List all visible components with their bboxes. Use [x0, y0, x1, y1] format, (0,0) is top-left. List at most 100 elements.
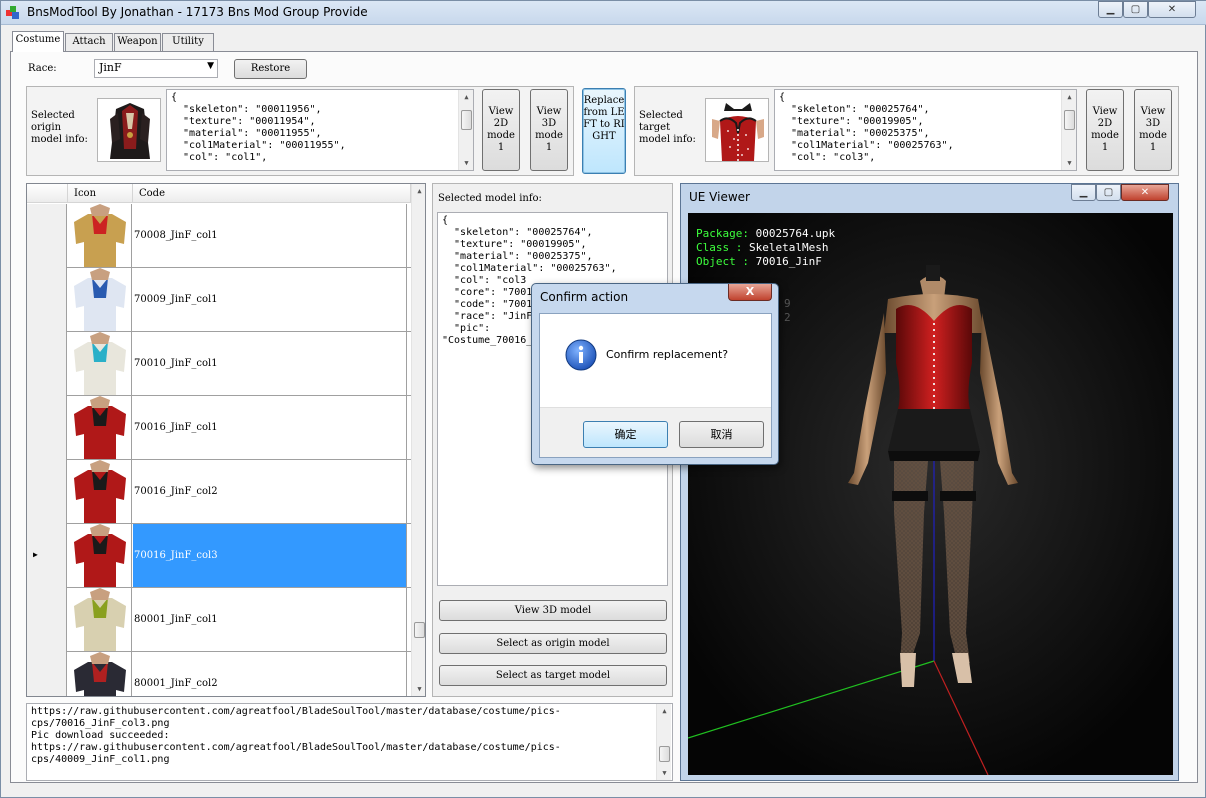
- row-code[interactable]: 70016_JinF_col3: [133, 524, 407, 587]
- dialog-close-button[interactable]: X: [728, 284, 772, 301]
- grid-scrollbar[interactable]: ▲ ▼: [411, 184, 425, 696]
- ue-viewer-title: UE Viewer: [689, 190, 750, 204]
- maximize-button[interactable]: ▢: [1123, 1, 1148, 18]
- row-code[interactable]: 70008_JinF_col1: [133, 204, 407, 267]
- title-bar: BnsModTool By Jonathan - 17173 Bns Mod G…: [1, 1, 1206, 25]
- app-icon: [6, 6, 20, 20]
- log-output[interactable]: https://raw.githubusercontent.com/agreat…: [26, 703, 673, 781]
- costume-thumbnail: [68, 268, 132, 331]
- race-select[interactable]: JinF ▼: [94, 59, 218, 78]
- table-row[interactable]: 70016_JinF_col1: [27, 396, 411, 460]
- scroll-up-icon[interactable]: ▲: [459, 90, 474, 104]
- dialog-body: Confirm replacement? 确定 取消: [539, 313, 772, 458]
- table-row[interactable]: 80001_JinF_col1: [27, 588, 411, 652]
- row-code[interactable]: 80001_JinF_col1: [133, 588, 407, 651]
- costume-thumbnail: [68, 524, 132, 587]
- tab-weapon[interactable]: Weapon: [114, 33, 161, 51]
- row-header[interactable]: [27, 524, 67, 588]
- row-header[interactable]: [27, 204, 67, 268]
- row-header[interactable]: [27, 588, 67, 652]
- row-header[interactable]: [27, 460, 67, 524]
- table-row[interactable]: 70010_JinF_col1: [27, 332, 411, 396]
- origin-costume-image: [98, 99, 160, 161]
- scroll-down-icon[interactable]: ▼: [1062, 156, 1077, 170]
- origin-thumbnail: [97, 98, 161, 162]
- target-view-3d-button[interactable]: View 3D mode 1: [1134, 89, 1172, 171]
- select-target-button[interactable]: Select as target model: [439, 665, 667, 686]
- ue-stat-1: 9: [784, 297, 791, 310]
- row-header[interactable]: [27, 652, 67, 696]
- target-info-scrollbar[interactable]: ▲ ▼: [1061, 90, 1076, 170]
- view-3d-model-button[interactable]: View 3D model: [439, 600, 667, 621]
- row-header[interactable]: [27, 268, 67, 332]
- ue-object-line: Object : 70016_JinF: [696, 255, 822, 268]
- cancel-button[interactable]: 取消: [679, 421, 764, 448]
- target-info-text[interactable]: { "skeleton": "00025764", "texture": "00…: [774, 89, 1077, 171]
- ue-close-button[interactable]: ✕: [1121, 184, 1169, 201]
- table-row[interactable]: 80001_JinF_col2: [27, 652, 411, 696]
- costume-icon: [68, 588, 131, 651]
- ue-viewer-window[interactable]: UE Viewer ▁ ▢ ✕ Package: 00025764.upk Cl…: [680, 183, 1179, 781]
- scroll-down-icon[interactable]: ▼: [459, 156, 474, 170]
- dialog-footer: 确定 取消: [540, 407, 771, 457]
- costume-thumbnail: [68, 332, 132, 395]
- table-row[interactable]: 70009_JinF_col1: [27, 268, 411, 332]
- dialog-message: Confirm replacement?: [606, 348, 729, 361]
- info-icon: [565, 339, 597, 371]
- target-thumbnail: [705, 98, 769, 162]
- costume-thumbnail: [68, 204, 132, 267]
- origin-view-2d-button[interactable]: View 2D mode 1: [482, 89, 520, 171]
- costume-grid[interactable]: Icon Code 70008_JinF_col1 70009_JinF_col1…: [26, 183, 426, 697]
- window-title: BnsModTool By Jonathan - 17173 Bns Mod G…: [27, 5, 368, 19]
- scroll-thumb[interactable]: [461, 110, 472, 130]
- chevron-down-icon: ▼: [207, 61, 214, 71]
- costume-icon: [68, 332, 131, 395]
- row-header[interactable]: [27, 396, 67, 460]
- scroll-up-icon[interactable]: ▲: [1062, 90, 1077, 104]
- main-window: BnsModTool By Jonathan - 17173 Bns Mod G…: [0, 0, 1206, 798]
- costume-icon: [68, 268, 131, 331]
- scroll-up-icon[interactable]: ▲: [657, 704, 672, 718]
- grid-header: Icon Code: [27, 184, 411, 203]
- grid-header-code[interactable]: Code: [133, 184, 411, 203]
- confirm-dialog[interactable]: Confirm action X Confirm replacement? 确定…: [531, 283, 779, 465]
- grid-header-icon[interactable]: Icon: [68, 184, 133, 203]
- table-row[interactable]: 70008_JinF_col1: [27, 204, 411, 268]
- origin-info-text[interactable]: { "skeleton": "00011956", "texture": "00…: [166, 89, 474, 171]
- replace-button[interactable]: Replace from LEFT to RIGHT: [582, 88, 626, 174]
- row-code[interactable]: 70016_JinF_col1: [133, 396, 407, 459]
- restore-button[interactable]: Restore: [234, 59, 307, 79]
- row-code[interactable]: 80001_JinF_col2: [133, 652, 407, 696]
- close-window-button[interactable]: ✕: [1148, 1, 1196, 18]
- scroll-thumb[interactable]: [1064, 110, 1075, 130]
- scroll-thumb[interactable]: [414, 622, 425, 638]
- table-row[interactable]: 70016_JinF_col2: [27, 460, 411, 524]
- ue-minimize-button[interactable]: ▁: [1071, 184, 1096, 201]
- tab-utility[interactable]: Utility: [162, 33, 214, 51]
- costume-thumbnail: [68, 396, 132, 459]
- tab-costume[interactable]: Costume: [12, 31, 64, 52]
- ue-maximize-button[interactable]: ▢: [1096, 184, 1121, 201]
- target-view-2d-button[interactable]: View 2D mode 1: [1086, 89, 1124, 171]
- costume-thumbnail: [68, 588, 132, 651]
- minimize-button[interactable]: ▁: [1098, 1, 1123, 18]
- scroll-up-icon[interactable]: ▲: [412, 184, 425, 198]
- origin-label: Selected origin model info:: [31, 110, 88, 145]
- scroll-thumb[interactable]: [659, 746, 670, 762]
- row-code[interactable]: 70016_JinF_col2: [133, 460, 407, 523]
- row-code[interactable]: 70009_JinF_col1: [133, 268, 407, 331]
- origin-info-scrollbar[interactable]: ▲ ▼: [458, 90, 473, 170]
- scroll-down-icon[interactable]: ▼: [412, 682, 425, 696]
- origin-view-3d-button[interactable]: View 3D mode 1: [530, 89, 568, 171]
- log-scrollbar[interactable]: ▲ ▼: [656, 704, 671, 780]
- table-row[interactable]: 70016_JinF_col3: [27, 524, 411, 588]
- ue-class-line: Class : SkeletalMesh: [696, 241, 829, 254]
- row-code[interactable]: 70010_JinF_col1: [133, 332, 407, 395]
- dialog-title: Confirm action: [540, 290, 629, 304]
- row-header[interactable]: [27, 332, 67, 396]
- grid-header-rowhead: [27, 184, 68, 203]
- tab-attach[interactable]: Attach: [65, 33, 113, 51]
- ok-button[interactable]: 确定: [583, 421, 668, 448]
- scroll-down-icon[interactable]: ▼: [657, 766, 672, 780]
- select-origin-button[interactable]: Select as origin model: [439, 633, 667, 654]
